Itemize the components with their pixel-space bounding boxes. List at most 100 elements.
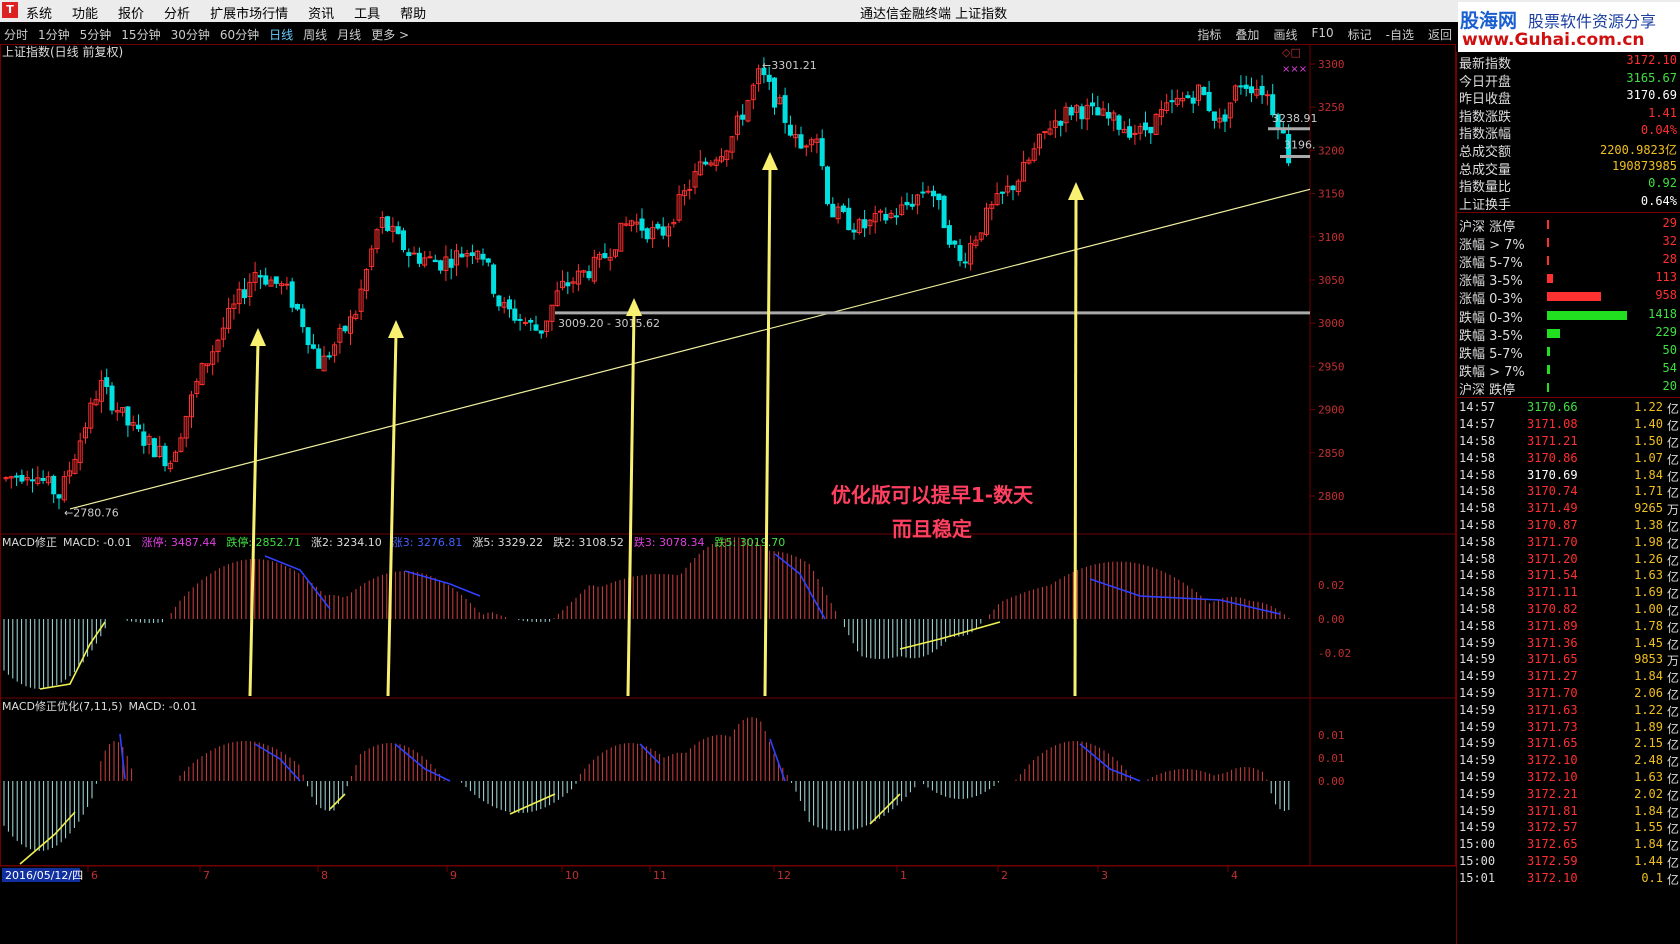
stat-row: 今日开盘 3165.67 (1457, 70, 1680, 90)
tick-time: 14:59 (1459, 702, 1496, 717)
candle-body (448, 258, 454, 268)
candle-body (766, 74, 772, 82)
tick-volume: 2.48 (1634, 753, 1663, 768)
y-tick-label: 3050 (1318, 274, 1345, 287)
signal-arrow (626, 311, 636, 697)
menu-item[interactable]: 分析 (164, 3, 190, 22)
limit-bar (1547, 329, 1560, 339)
tick-time: 14:59 (1459, 786, 1496, 801)
candle-body (909, 203, 915, 207)
window-title: 通达信金融终端 上证指数 (860, 7, 1008, 22)
candle-body (639, 218, 645, 231)
tool-button[interactable]: 叠加 (1235, 26, 1259, 43)
quote-panel: 最新指数 3172.10 今日开盘 3165.67 昨日收盘 3170.69 指数涨跌 1.4… (1456, 52, 1680, 944)
candle-body (512, 308, 518, 321)
tick-volume: 1.22 (1634, 400, 1663, 415)
tick-unit: 亿 (1666, 872, 1679, 887)
brand-slogan: 股票软件资源分享 (1528, 12, 1657, 31)
period-tab[interactable]: 分时 (4, 26, 28, 43)
candle-body (342, 325, 348, 332)
candle-body (687, 188, 693, 191)
tick-unit: 亿 (1666, 486, 1679, 501)
macd1-y-tick: 0.02 (1318, 579, 1345, 592)
candle-body (660, 226, 666, 236)
brand-url: www.Guhai.com.cn (1462, 30, 1645, 50)
candle-body (30, 479, 35, 482)
period-tab[interactable]: 5分钟 (80, 26, 112, 43)
candle-body (305, 327, 311, 346)
candle-body (1105, 111, 1111, 119)
tick-row: 14:59 3171.36 1.45 亿 (1457, 635, 1680, 653)
period-tab[interactable]: 60分钟 (220, 26, 259, 43)
chart-marker-icon: ××× (1282, 64, 1307, 75)
tool-button[interactable]: 标记 (1348, 26, 1372, 43)
candle-body (644, 228, 650, 240)
limit-row: 涨幅 0-3% 958 (1457, 287, 1680, 307)
signal-arrow (386, 333, 398, 697)
chart-corner-icon[interactable]: ◇□ (1282, 46, 1301, 59)
candle-body (56, 494, 62, 499)
candle-body (491, 264, 497, 294)
menu-item[interactable]: 帮助 (400, 3, 426, 22)
menu-item[interactable]: 工具 (354, 3, 380, 22)
tool-button[interactable]: F10 (1311, 26, 1333, 43)
candle-body (517, 318, 523, 321)
arrow-head (1068, 182, 1084, 200)
candle-body (1132, 132, 1138, 135)
tick-price: 3171.73 (1527, 719, 1578, 734)
candle-body (528, 320, 534, 323)
period-tab[interactable]: 更多 > (371, 26, 409, 43)
tick-unit: 亿 (1666, 469, 1679, 484)
candle-body (151, 438, 157, 458)
menu-item[interactable]: 扩展市场行情 (210, 3, 288, 22)
y-tick-label: 2850 (1318, 447, 1345, 460)
candle-body (1211, 111, 1217, 121)
limit-value: 54 (1662, 360, 1677, 375)
tool-button[interactable]: 指标 (1197, 26, 1221, 43)
panel-divider (1457, 397, 1680, 399)
period-tab[interactable]: 周线 (303, 26, 327, 43)
macd2-y-tick: 0.01 (1318, 729, 1345, 742)
tick-volume: 1.63 (1634, 770, 1663, 784)
period-tab[interactable]: 15分钟 (121, 26, 160, 43)
tick-row: 14:58 3171.89 1.78 亿 (1457, 618, 1680, 636)
tool-button[interactable]: 返回 (1428, 26, 1452, 43)
candle-body (1185, 95, 1191, 99)
menu-item[interactable]: 系统 (26, 3, 52, 22)
menu-item[interactable]: 资讯 (308, 3, 334, 22)
kline-chart[interactable]: 3300 3250 3200 3150 3100 3050 3000 2950 2900 2850… (0, 44, 1456, 944)
arrow-head (626, 298, 642, 316)
y-tick-label: 3200 (1318, 144, 1345, 157)
limit-bar (1547, 311, 1627, 321)
tick-volume: 1.38 (1634, 518, 1663, 532)
candle-body (1127, 126, 1133, 138)
limit-value: 28 (1662, 252, 1677, 266)
limit-bar (1547, 347, 1551, 356)
period-tab[interactable]: 月线 (337, 26, 361, 43)
menu-item[interactable]: 报价 (118, 3, 144, 22)
tool-button[interactable]: 画线 (1273, 26, 1297, 43)
limit-row: 涨幅 3-5% 113 (1457, 269, 1680, 289)
period-tab[interactable]: 1分钟 (38, 26, 70, 43)
tick-unit: 亿 (1666, 637, 1679, 652)
macd1-histogram (3, 537, 1290, 689)
tick-row: 14:58 3170.86 1.07 亿 (1457, 450, 1680, 468)
macd2-signal-segment (329, 793, 346, 810)
tick-price: 3172.10 (1527, 870, 1578, 885)
tick-row: 14:58 3171.20 1.26 亿 (1457, 551, 1680, 569)
stat-value: 3165.67 (1626, 70, 1677, 85)
menu-bar: T 系统 功能 报价 分析 扩展市场行情 资讯 工具 帮助 通达信金融终端 上证指数 (0, 0, 1680, 22)
tick-price: 3170.66 (1527, 400, 1578, 415)
tick-volume: 1.50 (1634, 434, 1663, 448)
limit-bar (1547, 273, 1554, 283)
macd1-signal-segment (1089, 578, 1281, 615)
period-tab[interactable]: 30分钟 (171, 26, 210, 43)
tick-volume: 1.69 (1634, 585, 1663, 600)
menu-item[interactable]: 功能 (72, 3, 98, 22)
tick-row: 14:59 3172.57 1.55 亿 (1457, 819, 1680, 837)
tick-time: 14:58 (1459, 618, 1496, 633)
period-tab[interactable]: 日线 (269, 26, 293, 43)
tick-time: 14:58 (1459, 551, 1496, 566)
tool-button[interactable]: -自选 (1386, 26, 1414, 43)
tick-unit: 亿 (1666, 436, 1679, 450)
